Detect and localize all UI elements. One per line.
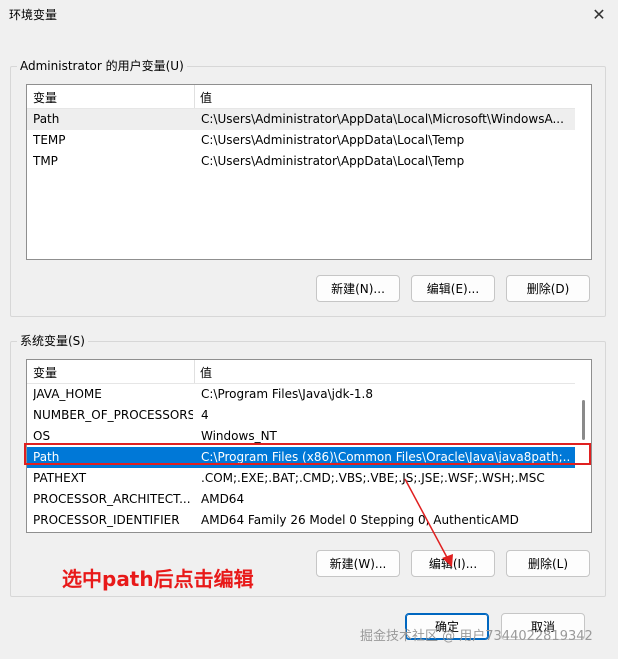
user-new-button[interactable]: 新建(N)... [316,275,400,302]
table-row-user-tmp[interactable]: TMP C:\Users\Administrator\AppData\Local… [27,151,575,172]
user-variables-label: Administrator 的用户变量(U) [17,57,187,74]
system-edit-button[interactable]: 编辑(I)... [411,550,495,577]
variable-value: 4 [201,408,209,422]
variable-name: JAVA_HOME [33,387,102,401]
variable-name: OS [33,429,51,443]
column-header-value[interactable]: 值 [200,89,212,106]
table-row-processor-architecture[interactable]: PROCESSOR_ARCHITECT... AMD64 [27,489,575,510]
variable-name: TMP [33,154,58,168]
list-header: 变量 值 [27,85,575,109]
column-header-variable[interactable]: 变量 [33,89,57,106]
scrollbar-thumb[interactable] [582,400,585,440]
variable-value: C:\Users\Administrator\AppData\Local\Tem… [201,154,465,168]
system-variables-list[interactable]: 变量 值 JAVA_HOME C:\Program Files\Java\jdk… [26,359,592,533]
variable-value: C:\Users\Administrator\AppData\Local\Tem… [201,133,465,147]
variable-name: Path [33,450,60,464]
user-edit-button[interactable]: 编辑(E)... [411,275,495,302]
variable-name: PROCESSOR_ARCHITECT... [33,492,191,506]
table-row-processor-identifier[interactable]: PROCESSOR_IDENTIFIER AMD64 Family 26 Mod… [27,510,575,531]
list-header: 变量 值 [27,360,575,384]
variable-value: C:\Program Files (x86)\Common Files\Orac… [201,450,569,464]
variable-value: C:\Program Files\Java\jdk-1.8 [201,387,373,401]
table-row-pathext[interactable]: PATHEXT .COM;.EXE;.BAT;.CMD;.VBS;.VBE;.J… [27,468,575,489]
variable-value: C:\Users\Administrator\AppData\Local\Mic… [201,112,564,126]
variable-name: NUMBER_OF_PROCESSORS [33,408,193,422]
variable-name: PROCESSOR_IDENTIFIER [33,513,180,527]
system-delete-button[interactable]: 删除(L) [506,550,590,577]
variable-value: Windows_NT [201,429,277,443]
system-list-scrollbar[interactable] [576,360,591,532]
annotation-text: 选中path后点击编辑 [62,567,254,591]
table-row-number-of-processors[interactable]: NUMBER_OF_PROCESSORS 4 [27,405,575,426]
user-variables-list[interactable]: 变量 值 Path C:\Users\Administrator\AppData… [26,84,592,260]
table-row-user-path[interactable]: Path C:\Users\Administrator\AppData\Loca… [27,109,575,130]
user-delete-button[interactable]: 删除(D) [506,275,590,302]
column-header-variable[interactable]: 变量 [33,364,57,381]
variable-value: .COM;.EXE;.BAT;.CMD;.VBS;.VBE;.JS;.JSE;.… [201,471,545,485]
table-row-system-path[interactable]: Path C:\Program Files (x86)\Common Files… [27,447,575,468]
table-row-user-temp[interactable]: TEMP C:\Users\Administrator\AppData\Loca… [27,130,575,151]
close-icon[interactable]: ✕ [586,2,612,26]
table-row-os[interactable]: OS Windows_NT [27,426,575,447]
variable-name: TEMP [33,133,66,147]
column-header-value[interactable]: 值 [200,364,212,381]
variable-value: AMD64 Family 26 Model 0 Stepping 0, Auth… [201,513,519,527]
watermark: 掘金技术社区 @ 用户7344022819342 [360,629,593,644]
variable-name: PATHEXT [33,471,87,485]
title-bar: 环境变量 ✕ [0,0,618,30]
system-new-button[interactable]: 新建(W)... [316,550,400,577]
window-title: 环境变量 [9,8,58,22]
system-variables-label: 系统变量(S) [17,332,88,349]
variable-value: AMD64 [201,492,245,506]
table-row-java-home[interactable]: JAVA_HOME C:\Program Files\Java\jdk-1.8 [27,384,575,405]
variable-name: Path [33,112,60,126]
